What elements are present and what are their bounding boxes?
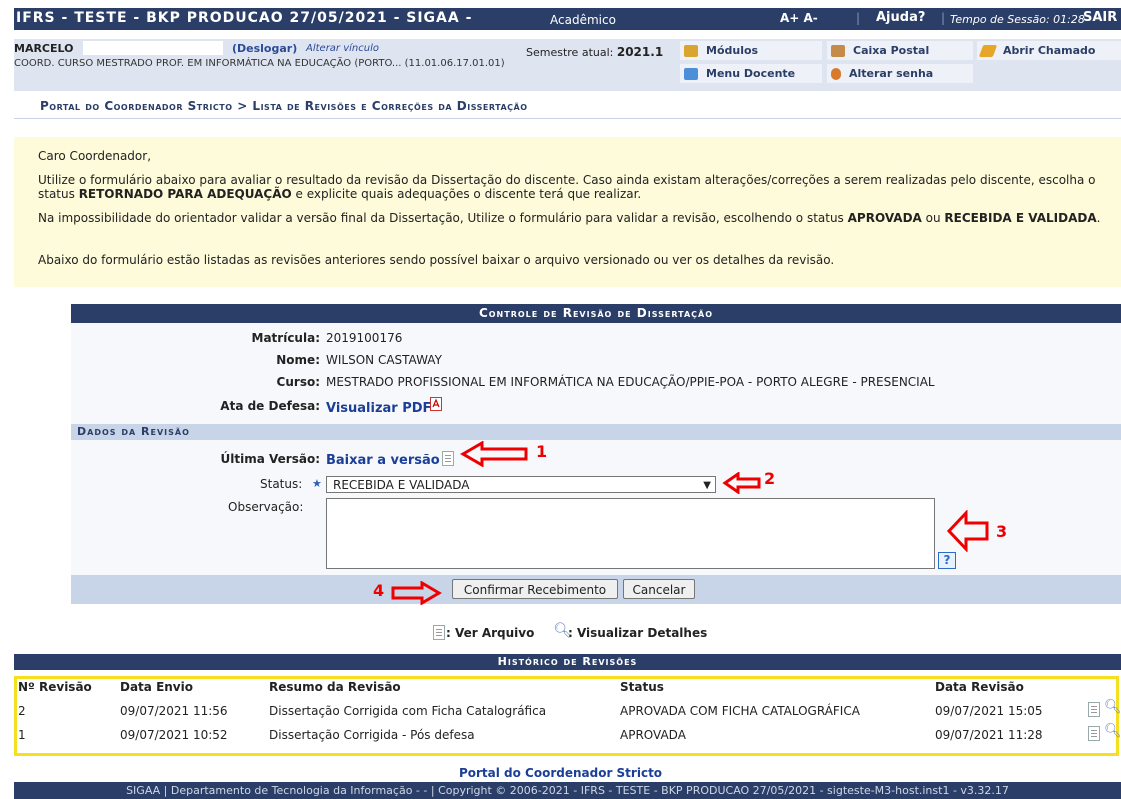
col-header: Resumo da Revisão — [269, 680, 401, 694]
help-link[interactable]: Ajuda? — [876, 10, 925, 25]
form-title: Controle de Revisão de Dissertação — [71, 304, 1121, 323]
visualizar-pdf-link[interactable]: Visualizar PDF — [326, 401, 431, 416]
col-header: Data Revisão — [935, 680, 1024, 694]
system-title: IFRS - TESTE - BKP PRODUCAO 27/05/2021 -… — [16, 10, 473, 26]
legend-ver-arquivo: : Ver Arquivo — [446, 626, 535, 640]
menu-docente-button[interactable]: Menu Docente — [680, 64, 822, 83]
col-header: Status — [620, 680, 664, 694]
divider: | — [856, 11, 861, 25]
alterar-vinculo-link[interactable]: Alterar vínculo — [306, 43, 379, 54]
cancel-button[interactable]: Cancelar — [623, 579, 695, 599]
user-name: MARCELO — [14, 42, 74, 55]
matricula-label: Matrícula: — [251, 331, 320, 345]
annotation-label: 3 — [996, 522, 1008, 541]
footer: SIGAA | Departamento de Tecnologia da In… — [14, 782, 1121, 799]
system-subtitle: Acadêmico — [550, 13, 616, 27]
modulos-button[interactable]: Módulos — [680, 41, 822, 60]
cell: 09/07/2021 11:56 — [120, 704, 228, 718]
cell: Dissertação Corrigida - Pós defesa — [269, 728, 475, 742]
required-star-icon: ★ — [312, 477, 322, 490]
legend-visualizar-detalhes: : Visualizar Detalhes — [568, 626, 708, 640]
curso-label: Curso: — [276, 375, 320, 389]
file-icon[interactable] — [1088, 726, 1100, 741]
col-header: Data Envio — [120, 680, 193, 694]
cell: 09/07/2021 15:05 — [935, 704, 1043, 718]
confirmar-recebimento-button[interactable]: Confirmar Recebimento — [452, 579, 618, 599]
status-label: Status: — [260, 477, 303, 491]
cell: Dissertação Corrigida com Ficha Catalogr… — [269, 704, 547, 718]
cell: 09/07/2021 10:52 — [120, 728, 228, 742]
mailbox-icon — [831, 44, 845, 57]
user-name-redacted — [83, 41, 223, 55]
magnifier-icon[interactable]: 🔍︎ — [1104, 723, 1121, 739]
semestre-atual: Semestre atual: 2021.1 — [526, 45, 664, 59]
divider: | — [941, 11, 946, 25]
col-header: Nº Revisão — [18, 680, 92, 694]
annotation-arrow-left-icon — [460, 441, 528, 467]
instruction-paragraph-1: Utilize o formulário abaixo para avaliar… — [38, 173, 1096, 201]
annotation-label: 2 — [764, 469, 776, 488]
file-icon[interactable] — [1088, 702, 1100, 717]
dados-revisao-header: Dados da Revisão — [71, 424, 1121, 440]
cell: 09/07/2021 11:28 — [935, 728, 1043, 742]
annotation-label: 4 — [373, 581, 385, 600]
file-icon[interactable] — [442, 451, 454, 466]
observacao-label: Observação: — [228, 500, 304, 514]
abrir-chamado-button[interactable]: Abrir Chamado — [977, 41, 1121, 60]
ticket-icon — [978, 44, 998, 57]
breadcrumb: Portal do Coordenador Stricto > Lista de… — [40, 99, 528, 113]
nome-value: WILSON CASTAWAY — [326, 353, 442, 367]
cell: 2 — [18, 704, 26, 718]
instruction-paragraph-3: Abaixo do formulário estão listadas as r… — [38, 253, 835, 267]
modules-icon — [684, 44, 698, 57]
instructions-box: Caro Coordenador, Utilize o formulário a… — [14, 137, 1121, 287]
nome-label: Nome: — [276, 353, 320, 367]
top-bar: IFRS - TESTE - BKP PRODUCAO 27/05/2021 -… — [14, 8, 1121, 30]
menu-tree-icon — [684, 67, 698, 80]
annotation-arrow-left-icon — [722, 472, 761, 494]
cell: 1 — [18, 728, 26, 742]
annotation-arrow-left-icon — [946, 510, 989, 552]
session-timer: Tempo de Sessão: 01:28 — [950, 13, 1085, 26]
divider — [14, 118, 1121, 119]
alterar-senha-button[interactable]: Alterar senha — [827, 64, 973, 83]
ata-label: Ata de Defesa: — [220, 399, 320, 413]
annotation-label: 1 — [536, 442, 548, 461]
magnifier-icon[interactable]: 🔍︎ — [1104, 699, 1121, 715]
cell: APROVADA COM FICHA CATALOGRÁFICA — [620, 704, 860, 718]
caixa-postal-button[interactable]: Caixa Postal — [827, 41, 973, 60]
deslogar-link[interactable]: (Deslogar) — [232, 42, 297, 55]
help-icon[interactable]: ? — [938, 552, 956, 569]
key-user-icon — [831, 67, 841, 80]
greeting: Caro Coordenador, — [38, 149, 152, 163]
font-size-controls[interactable]: A+ A- — [780, 11, 818, 25]
file-icon — [433, 625, 445, 640]
user-role: COORD. CURSO MESTRADO PROF. EM INFORMÁTI… — [14, 58, 505, 69]
portal-link[interactable]: Portal do Coordenador Stricto — [0, 766, 1121, 780]
annotation-arrow-right-icon — [391, 581, 442, 605]
curso-value: MESTRADO PROFISSIONAL EM INFORMÁTICA NA … — [326, 375, 935, 389]
chevron-down-icon: ▼ — [703, 480, 711, 491]
matricula-value: 2019100176 — [326, 331, 403, 345]
status-select[interactable]: RECEBIDA E VALIDADA ▼ — [326, 476, 716, 493]
observacao-textarea[interactable] — [326, 498, 935, 569]
instruction-paragraph-2: Na impossibilidade do orientador validar… — [38, 211, 1101, 225]
pdf-icon[interactable] — [430, 397, 442, 411]
ultima-versao-label: Última Versão: — [220, 452, 320, 466]
history-header: Histórico de Revisões — [14, 654, 1121, 670]
logout-link[interactable]: SAIR — [1083, 10, 1117, 25]
baixar-versao-link[interactable]: Baixar a versão — [326, 453, 440, 468]
cell: APROVADA — [620, 728, 686, 742]
